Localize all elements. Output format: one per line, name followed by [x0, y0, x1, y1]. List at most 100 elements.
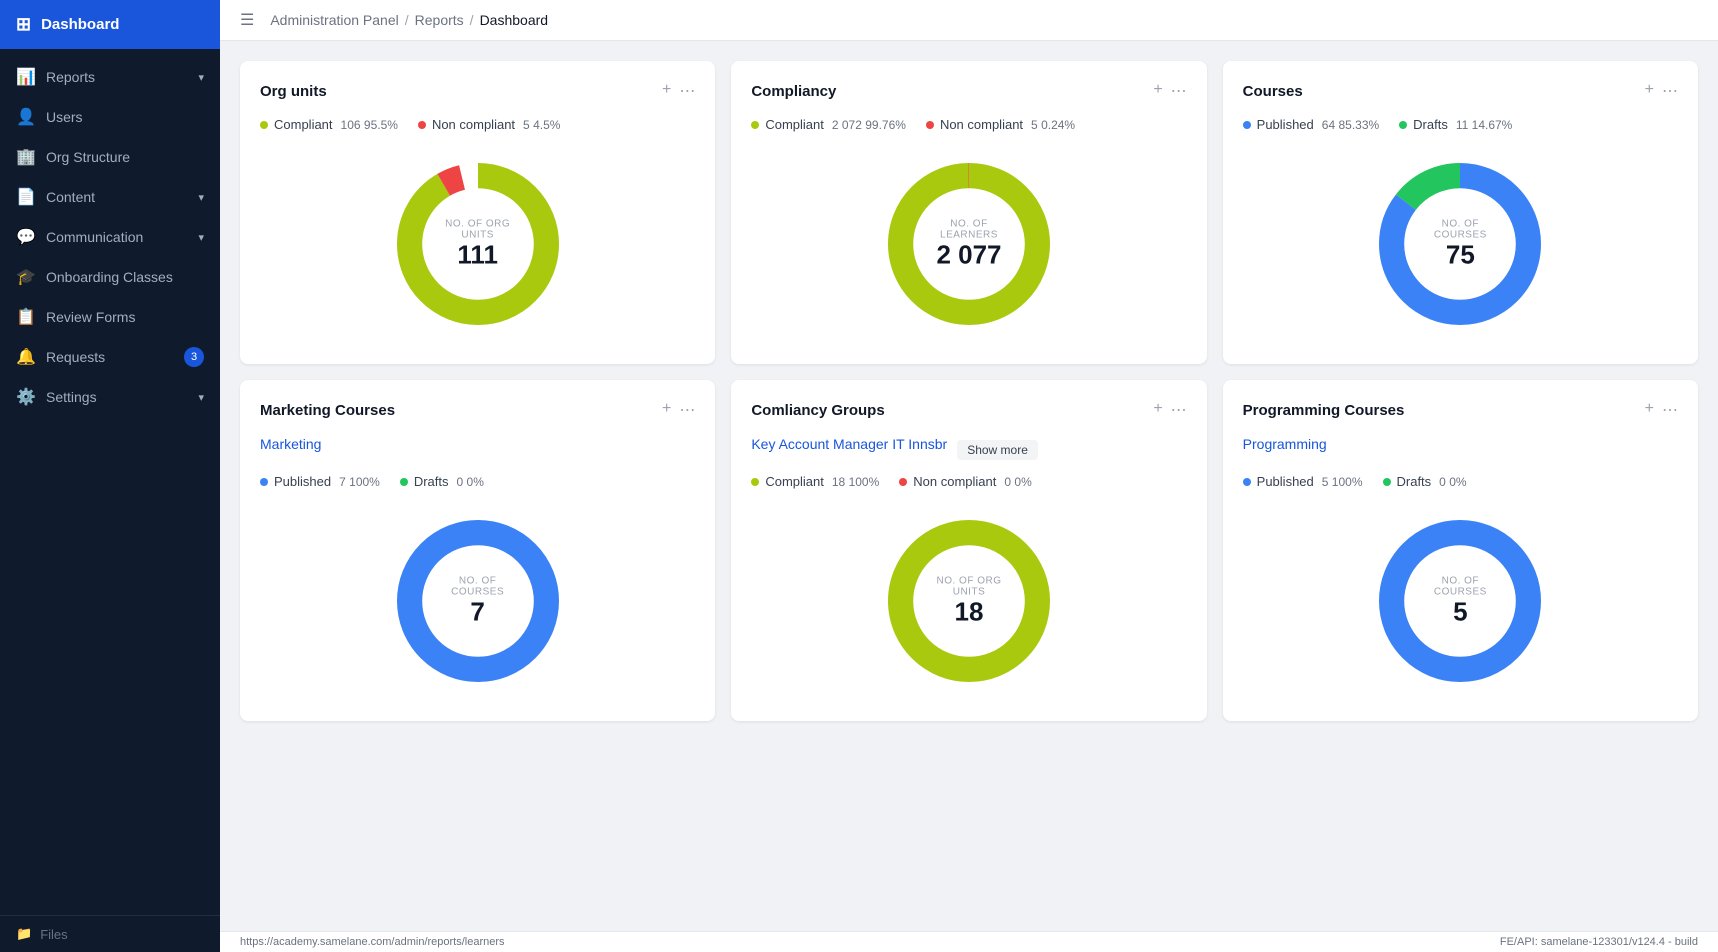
sidebar-item-reports[interactable]: 📊 Reports ▾	[0, 57, 220, 97]
sidebar-app-title: Dashboard	[41, 16, 119, 33]
non-compliant-label: Non compliant	[432, 117, 515, 132]
non-compliant-count: 0 0%	[1004, 475, 1031, 489]
breadcrumb-dashboard: Dashboard	[480, 12, 549, 28]
programming-link[interactable]: Programming	[1243, 436, 1327, 452]
marketing-svg	[388, 511, 568, 691]
sidebar-item-requests[interactable]: 🔔 Requests 3	[0, 337, 220, 377]
non-compliant-count: 5 4.5%	[523, 118, 560, 132]
legend-compliant: Compliant 18 100%	[751, 474, 879, 489]
sidebar-item-settings[interactable]: ⚙️ Settings ▾	[0, 377, 220, 417]
compliancy-legend: Compliant 2 072 99.76% Non compliant 5 0…	[751, 117, 1186, 132]
card-marketing-courses: Marketing Courses + ⋯ Marketing Publishe…	[240, 380, 715, 721]
card-compliancy-groups-actions: + ⋯	[1153, 400, 1186, 420]
breadcrumb-sep-2: /	[470, 12, 474, 28]
sidebar-nav: 📊 Reports ▾ 👤 Users 🏢 Org Structure 📄 Co…	[0, 49, 220, 915]
marketing-chart: NO. OF COURSES 7	[260, 501, 695, 701]
drafts-dot	[400, 478, 408, 486]
marketing-donut: NO. OF COURSES 7	[388, 511, 568, 691]
marketing-menu-button[interactable]: ⋯	[679, 400, 695, 420]
non-compliant-dot	[926, 121, 934, 129]
requests-icon: 🔔	[16, 347, 36, 367]
chevron-icon: ▾	[198, 391, 204, 404]
groups-menu-button[interactable]: ⋯	[1171, 400, 1187, 420]
marketing-legend: Published 7 100% Drafts 0 0%	[260, 474, 695, 489]
non-compliant-label: Non compliant	[940, 117, 1023, 132]
courses-menu-button[interactable]: ⋯	[1662, 81, 1678, 101]
card-compliancy-header: Compliancy + ⋯	[751, 81, 1186, 101]
groups-link[interactable]: Key Account Manager IT Innsbr	[751, 436, 947, 452]
card-programming-title: Programming Courses	[1243, 402, 1405, 419]
groups-chart: NO. OF ORG UNITS 18	[751, 501, 1186, 701]
files-label: Files	[40, 927, 67, 942]
org-units-menu-button[interactable]: ⋯	[679, 81, 695, 101]
drafts-label: Drafts	[1397, 474, 1432, 489]
card-marketing-header: Marketing Courses + ⋯	[260, 400, 695, 420]
legend-published: Published 7 100%	[260, 474, 380, 489]
non-compliant-dot	[418, 121, 426, 129]
dashboard-grid: Org units + ⋯ Compliant 106 95.5% Non co…	[220, 41, 1718, 931]
published-dot	[1243, 121, 1251, 129]
card-org-units-actions: + ⋯	[662, 81, 695, 101]
groups-donut: NO. OF ORG UNITS 18	[879, 511, 1059, 691]
status-bar: https://academy.samelane.com/admin/repor…	[220, 931, 1718, 952]
sidebar-item-label: Requests	[46, 349, 105, 365]
programming-donut: NO. OF COURSES 5	[1370, 511, 1550, 691]
legend-published: Published 5 100%	[1243, 474, 1363, 489]
card-compliancy-groups: Comliancy Groups + ⋯ Key Account Manager…	[731, 380, 1206, 721]
sidebar-item-label: Onboarding Classes	[46, 269, 173, 285]
compliant-dot	[751, 121, 759, 129]
sidebar-item-review-forms[interactable]: 📋 Review Forms	[0, 297, 220, 337]
show-more-button[interactable]: Show more	[957, 440, 1038, 460]
sidebar-item-content[interactable]: 📄 Content ▾	[0, 177, 220, 217]
menu-icon[interactable]: ☰	[240, 10, 254, 30]
org-icon: 🏢	[16, 147, 36, 167]
chevron-icon: ▾	[198, 71, 204, 84]
sidebar-header: ⊞ Dashboard	[0, 0, 220, 49]
breadcrumb-reports[interactable]: Reports	[415, 12, 464, 28]
sidebar-item-label: Settings	[46, 389, 97, 405]
add-courses-button[interactable]: +	[1645, 81, 1654, 101]
legend-non-compliant: Non compliant 5 0.24%	[926, 117, 1075, 132]
requests-badge: 3	[184, 347, 204, 367]
published-count: 7 100%	[339, 475, 380, 489]
programming-legend: Published 5 100% Drafts 0 0%	[1243, 474, 1678, 489]
published-dot	[1243, 478, 1251, 486]
groups-legend: Compliant 18 100% Non compliant 0 0%	[751, 474, 1186, 489]
compliancy-menu-button[interactable]: ⋯	[1171, 81, 1187, 101]
add-org-units-button[interactable]: +	[662, 81, 671, 101]
content-icon: 📄	[16, 187, 36, 207]
card-org-units-header: Org units + ⋯	[260, 81, 695, 101]
add-compliancy-button[interactable]: +	[1153, 81, 1162, 101]
drafts-dot	[1383, 478, 1391, 486]
sidebar-item-users[interactable]: 👤 Users	[0, 97, 220, 137]
sidebar-item-org-structure[interactable]: 🏢 Org Structure	[0, 137, 220, 177]
compliancy-donut: NO. OF LEARNERS 2 077	[879, 154, 1059, 334]
add-marketing-button[interactable]: +	[662, 400, 671, 420]
legend-drafts: Drafts 0 0%	[1383, 474, 1467, 489]
topbar: ☰ Administration Panel / Reports / Dashb…	[220, 0, 1718, 41]
compliancy-svg	[879, 154, 1059, 334]
compliant-label: Compliant	[765, 474, 824, 489]
sidebar-item-label: Users	[46, 109, 83, 125]
org-units-chart: NO. OF ORG UNITS 111	[260, 144, 695, 344]
add-programming-button[interactable]: +	[1645, 400, 1654, 420]
card-compliancy: Compliancy + ⋯ Compliant 2 072 99.76% No…	[731, 61, 1206, 364]
programming-menu-button[interactable]: ⋯	[1662, 400, 1678, 420]
drafts-label: Drafts	[414, 474, 449, 489]
sidebar-item-label: Reports	[46, 69, 95, 85]
sidebar-item-label: Review Forms	[46, 309, 135, 325]
marketing-link[interactable]: Marketing	[260, 436, 321, 452]
non-compliant-label: Non compliant	[913, 474, 996, 489]
legend-non-compliant: Non compliant 5 4.5%	[418, 117, 561, 132]
add-groups-button[interactable]: +	[1153, 400, 1162, 420]
card-marketing-title: Marketing Courses	[260, 402, 395, 419]
sidebar-item-communication[interactable]: 💬 Communication ▾	[0, 217, 220, 257]
sidebar-item-label: Communication	[46, 229, 143, 245]
card-org-units-title: Org units	[260, 83, 327, 100]
published-label: Published	[1257, 117, 1314, 132]
card-compliancy-groups-title: Comliancy Groups	[751, 402, 884, 419]
sidebar-footer[interactable]: 📁 Files	[0, 915, 220, 952]
breadcrumb-admin[interactable]: Administration Panel	[270, 12, 398, 28]
sidebar-item-label: Content	[46, 189, 95, 205]
sidebar-item-onboarding[interactable]: 🎓 Onboarding Classes	[0, 257, 220, 297]
